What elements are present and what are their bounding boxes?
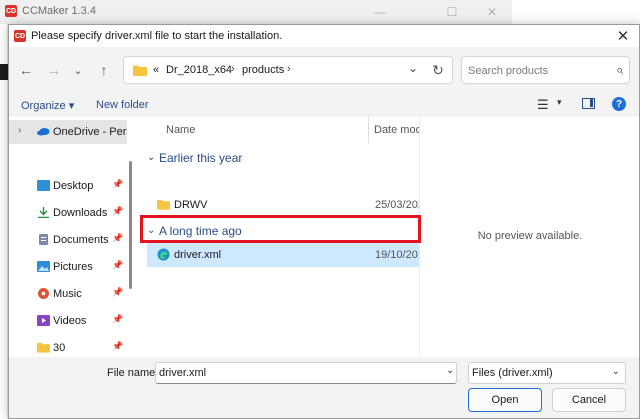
up-arrow-icon[interactable]: ↑: [93, 59, 115, 81]
help-icon[interactable]: ?: [612, 97, 626, 111]
app-icon: CD: [5, 5, 17, 17]
pin-icon: 📌: [112, 206, 124, 216]
preview-pane: No preview available.: [419, 117, 639, 357]
background-app-panel: [0, 64, 8, 80]
recent-locations-icon[interactable]: ⌄: [67, 59, 89, 81]
forward-arrow-icon[interactable]: →: [43, 59, 65, 81]
background-app-titlebar: CD CCMaker 1.3.4 — ☐ ✕: [0, 0, 512, 24]
file-date: 19/10/201: [375, 249, 421, 261]
expand-chevron-icon[interactable]: ›: [18, 125, 21, 136]
pin-icon: 📌: [112, 314, 124, 324]
no-preview-text: No preview available.: [477, 230, 583, 242]
search-icon[interactable]: ⌕: [616, 62, 623, 78]
dialog-title: Please specify driver.xml file to start …: [31, 30, 283, 42]
dialog-titlebar: CD Please specify driver.xml file to sta…: [9, 25, 639, 47]
search-box[interactable]: Search products ⌕: [461, 56, 630, 84]
breadcrumb-separator[interactable]: ›: [231, 63, 235, 75]
file-row-drwv[interactable]: DRWV 25/03/202: [147, 193, 421, 217]
file-name-label: File name:: [107, 367, 159, 379]
open-button[interactable]: Open: [468, 388, 542, 412]
file-date: 25/03/202: [375, 199, 421, 211]
desktop-icon: [37, 180, 50, 191]
sidebar-item-documents[interactable]: Documents 📌: [9, 228, 127, 252]
group-collapse-icon[interactable]: ⌄: [147, 152, 155, 163]
edge-browser-icon: [157, 248, 170, 261]
preview-pane-icon[interactable]: [582, 98, 595, 109]
background-app-body: [0, 24, 8, 419]
search-input[interactable]: Search products: [468, 65, 548, 77]
pin-icon: 📌: [112, 341, 124, 351]
folder-icon: [37, 342, 50, 353]
view-dropdown-icon[interactable]: ▾: [557, 97, 562, 108]
sidebar-item-downloads[interactable]: Downloads 📌: [9, 201, 127, 225]
file-name-dropdown-icon[interactable]: ⌄: [446, 365, 454, 376]
sidebar-item-30[interactable]: 30 📌: [9, 336, 127, 360]
view-options-icon[interactable]: ☰: [537, 97, 549, 113]
navigation-pane[interactable]: › OneDrive - Perso Desktop 📌 Downloads 📌: [9, 117, 137, 357]
minimize-icon[interactable]: —: [362, 0, 398, 24]
file-name: DRWV: [174, 199, 208, 211]
refresh-icon[interactable]: ↻: [427, 59, 449, 81]
maximize-icon[interactable]: ☐: [434, 0, 470, 24]
file-type-dropdown-icon[interactable]: ⌄: [612, 366, 620, 377]
address-bar[interactable]: « Dr_2018_x64 › products › ⌄: [123, 56, 453, 84]
breadcrumb-products[interactable]: products: [242, 64, 284, 76]
sidebar-scrollbar[interactable]: [129, 161, 132, 289]
column-header-name[interactable]: Name: [166, 124, 195, 136]
folder-icon: [157, 199, 170, 210]
column-header-date-modified[interactable]: Date mod: [374, 124, 422, 136]
address-dropdown-icon[interactable]: ⌄: [408, 61, 418, 75]
column-divider[interactable]: [368, 117, 369, 143]
download-icon: [38, 207, 49, 218]
file-name: driver.xml: [174, 249, 222, 261]
address-prefix[interactable]: «: [153, 64, 159, 76]
sidebar-item-desktop[interactable]: Desktop 📌: [9, 174, 127, 198]
close-icon[interactable]: ✕: [474, 0, 510, 24]
pin-icon: 📌: [112, 287, 124, 297]
breadcrumb-separator[interactable]: ›: [287, 63, 291, 75]
sidebar-item-label: OneDrive - Perso: [53, 126, 127, 138]
cloud-icon: [37, 128, 50, 136]
pin-icon: 📌: [112, 179, 124, 189]
file-name-input[interactable]: [155, 362, 457, 384]
new-folder-button[interactable]: New folder: [96, 99, 149, 111]
organize-menu[interactable]: Organize ▾: [21, 99, 74, 112]
sidebar-item-pictures[interactable]: Pictures 📌: [9, 255, 127, 279]
group-header-earlier-this-year[interactable]: Earlier this year: [159, 151, 242, 165]
document-icon: [39, 234, 48, 245]
back-arrow-icon[interactable]: ←: [15, 59, 37, 81]
pictures-icon: [37, 261, 50, 272]
dialog-close-icon[interactable]: ✕: [611, 26, 635, 46]
highlight-annotation: [140, 215, 421, 243]
sidebar-item-music[interactable]: Music 📌: [9, 282, 127, 306]
file-type-value: Files (driver.xml): [472, 367, 553, 379]
pin-icon: 📌: [112, 260, 124, 270]
cancel-button[interactable]: Cancel: [552, 388, 626, 412]
background-app-title: CCMaker 1.3.4: [22, 5, 96, 17]
sidebar-item-onedrive[interactable]: › OneDrive - Perso: [9, 120, 127, 144]
videos-icon: [37, 315, 50, 326]
dialog-app-icon: CD: [14, 30, 26, 42]
pin-icon: 📌: [112, 233, 124, 243]
file-row-driver-xml[interactable]: driver.xml 19/10/201: [147, 243, 421, 267]
folder-icon: [133, 65, 147, 76]
sidebar-item-videos[interactable]: Videos 📌: [9, 309, 127, 333]
music-icon: [38, 288, 49, 299]
breadcrumb-dr2018[interactable]: Dr_2018_x64: [166, 64, 232, 76]
file-type-select[interactable]: Files (driver.xml) ⌄: [468, 362, 626, 384]
